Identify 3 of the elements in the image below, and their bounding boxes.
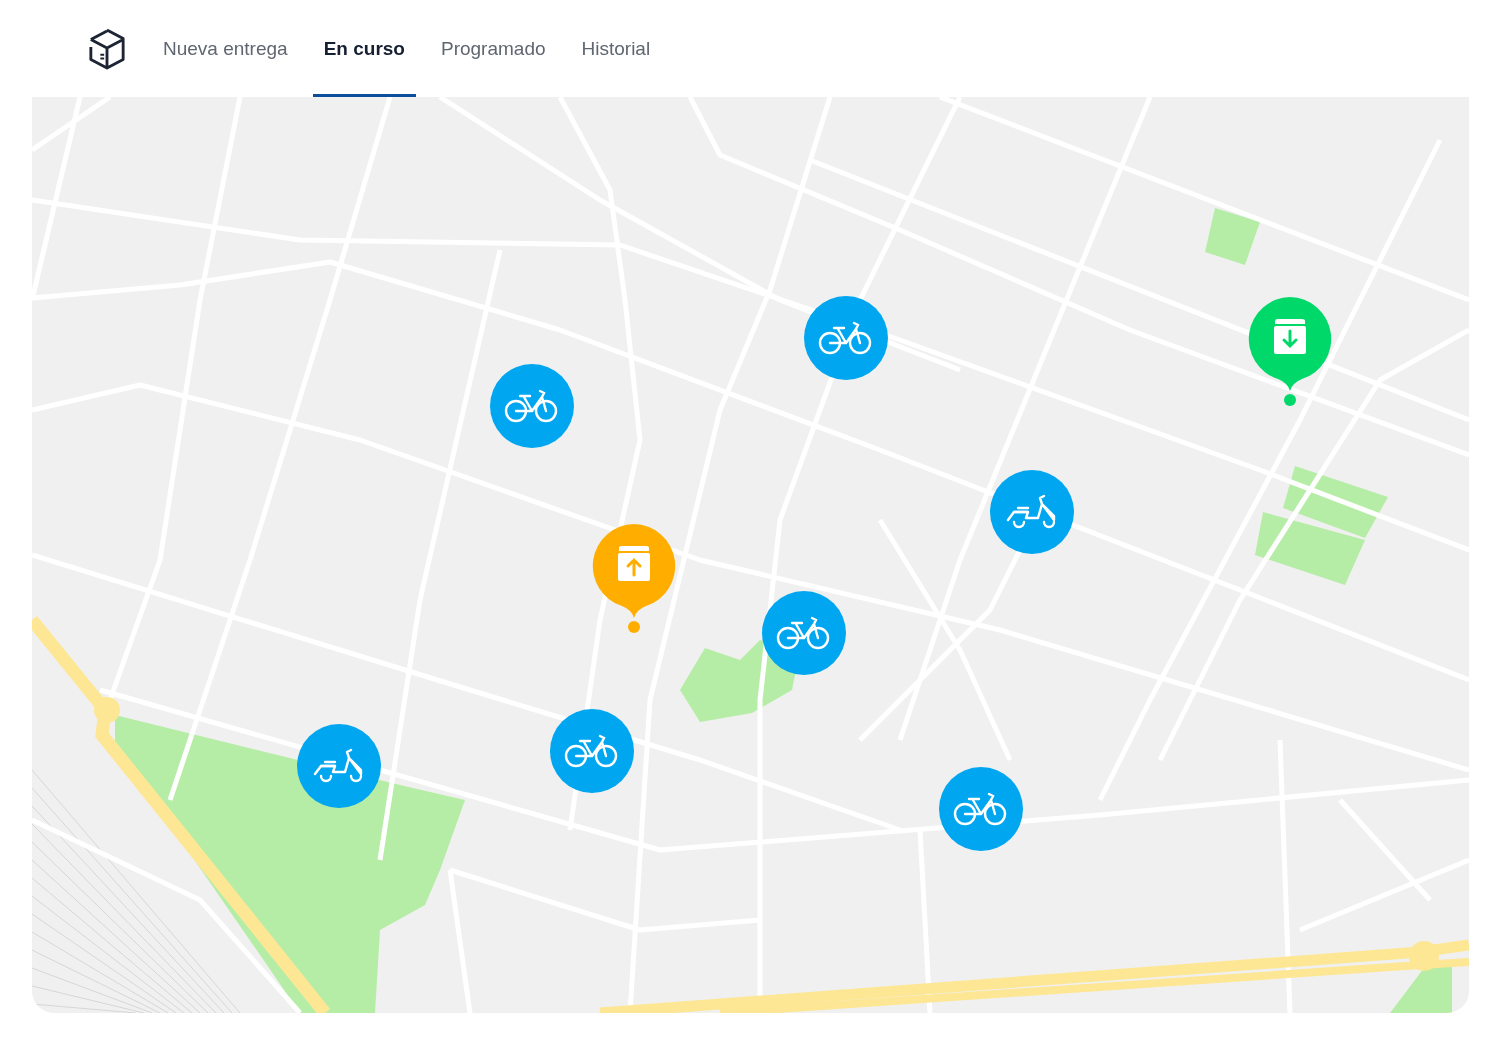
nav-tab[interactable]: Nueva entrega (152, 3, 299, 97)
nav-tab[interactable]: Historial (570, 3, 662, 97)
nav-tab[interactable]: Programado (429, 3, 557, 97)
